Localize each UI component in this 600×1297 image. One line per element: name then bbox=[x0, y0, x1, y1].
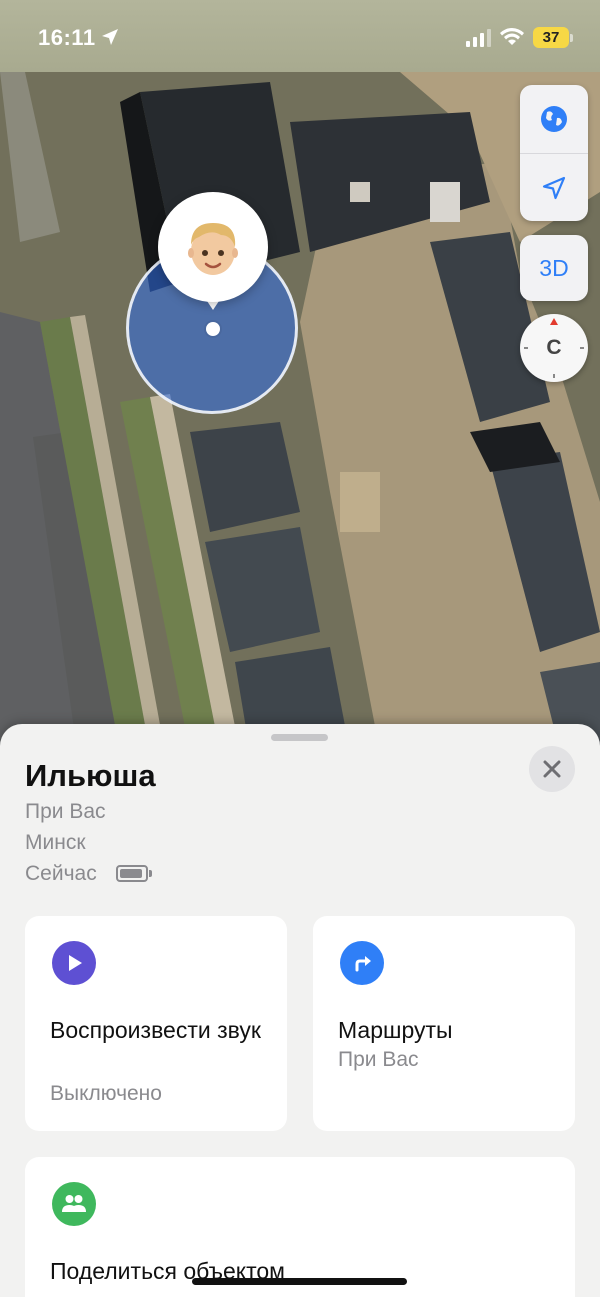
battery-tip bbox=[570, 34, 573, 42]
location-arrow-icon bbox=[102, 29, 118, 45]
locate-me-button[interactable] bbox=[520, 153, 588, 221]
play-sound-title: Воспроизвести звук bbox=[50, 1017, 261, 1043]
cellular-signal-icon bbox=[466, 29, 491, 47]
home-indicator[interactable] bbox=[192, 1278, 407, 1285]
item-detail-sheet: Ильюша При Вас Минск Сейчас Воспроизвест… bbox=[0, 724, 600, 1297]
directions-title: Маршруты bbox=[338, 1017, 453, 1043]
device-battery-icon bbox=[116, 865, 148, 882]
play-sound-status: Выключено bbox=[50, 1082, 162, 1105]
sheet-grabber[interactable] bbox=[271, 734, 328, 741]
play-icon bbox=[52, 941, 96, 985]
map-imagery bbox=[0, 72, 600, 752]
directions-arrow-icon bbox=[340, 941, 384, 985]
compass-button[interactable]: С bbox=[520, 314, 588, 382]
battery-icon: 37 bbox=[533, 27, 569, 48]
status-time: 16:11 bbox=[38, 25, 96, 50]
person-pin[interactable] bbox=[158, 192, 268, 302]
person-name: Ильюша bbox=[25, 758, 156, 793]
location-arrow-icon bbox=[542, 176, 566, 199]
map-control-group bbox=[520, 85, 588, 221]
map-type-button[interactable] bbox=[520, 85, 588, 153]
last-seen-text: Сейчас bbox=[25, 862, 97, 885]
directions-card[interactable]: Маршруты При Вас bbox=[313, 916, 575, 1131]
satellite-map[interactable] bbox=[0, 72, 600, 752]
city-text: Минск bbox=[25, 831, 86, 854]
people-icon bbox=[52, 1182, 96, 1226]
3d-toggle-button[interactable]: 3D bbox=[520, 235, 588, 301]
status-bar: 16:11 37 bbox=[0, 0, 600, 72]
close-button[interactable] bbox=[529, 746, 575, 792]
play-sound-card[interactable]: Воспроизвести звук Выключено bbox=[25, 916, 287, 1131]
globe-icon bbox=[541, 106, 567, 132]
compass-letter: С bbox=[546, 336, 562, 359]
directions-subtitle: При Вас bbox=[338, 1048, 419, 1071]
wifi-icon bbox=[500, 28, 524, 45]
device-battery-tip bbox=[149, 870, 152, 877]
location-dot bbox=[206, 322, 220, 336]
share-item-card[interactable]: Поделиться объектом bbox=[25, 1157, 575, 1297]
proximity-text: При Вас bbox=[25, 800, 106, 823]
boy-emoji-icon bbox=[188, 223, 238, 275]
close-icon bbox=[543, 760, 561, 778]
